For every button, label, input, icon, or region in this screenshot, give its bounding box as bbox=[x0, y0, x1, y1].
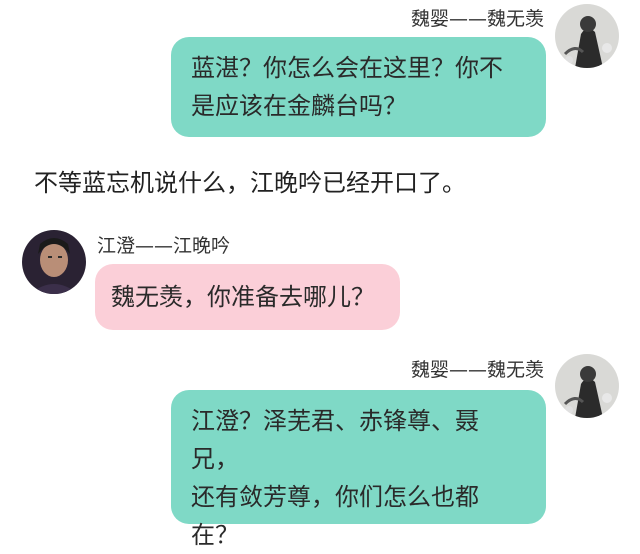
message-bubble[interactable]: 江澄？泽芜君、赤锋尊、聂兄， 还有敛芳尊，你们怎么也都 在？ bbox=[171, 390, 546, 549]
sender-name: 魏婴——魏无羡 bbox=[410, 8, 544, 30]
message-line: 江澄？泽芜君、赤锋尊、聂兄， bbox=[191, 407, 479, 473]
sender-name: 魏婴——魏无羡 bbox=[410, 359, 544, 381]
message-line: 是应该在金麟台吗？ bbox=[191, 92, 407, 120]
message-line: 还有敛芳尊，你们怎么也都 bbox=[191, 483, 479, 511]
avatar-wei-ying-icon[interactable] bbox=[555, 354, 619, 418]
message-line: 魏无羡，你准备去哪儿？ bbox=[111, 283, 375, 311]
message-line: 在？ bbox=[191, 521, 239, 549]
sender-name: 江澄——江晚吟 bbox=[97, 235, 231, 257]
avatar-jiang-cheng-icon[interactable] bbox=[22, 230, 86, 294]
message-line: 蓝湛？你怎么会在这里？你不 bbox=[191, 54, 503, 82]
message-bubble[interactable]: 蓝湛？你怎么会在这里？你不 是应该在金麟台吗？ bbox=[171, 37, 546, 137]
avatar-wei-ying-icon[interactable] bbox=[555, 4, 619, 68]
message-bubble[interactable]: 魏无羡，你准备去哪儿？ bbox=[95, 264, 400, 330]
narration-text: 不等蓝忘机说什么，江晚吟已经开口了。 bbox=[34, 169, 466, 197]
